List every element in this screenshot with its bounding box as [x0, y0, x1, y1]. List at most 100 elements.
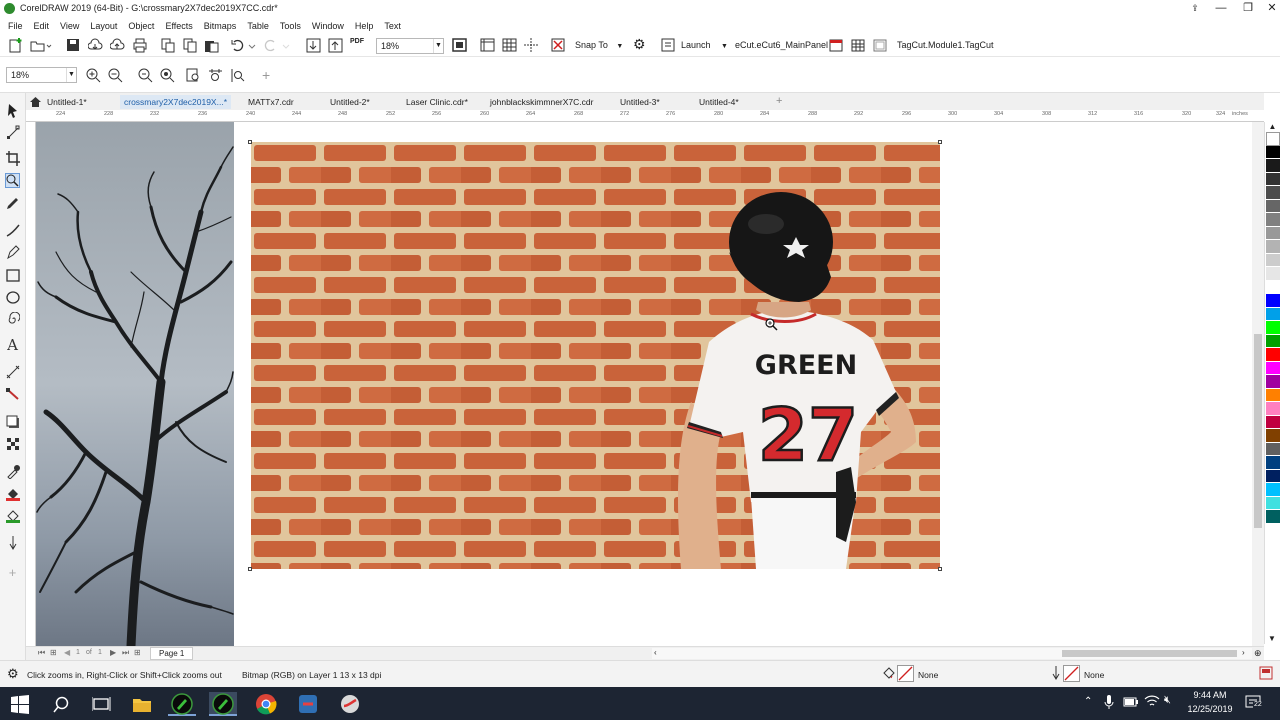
- pen-tool-icon[interactable]: [5, 245, 20, 260]
- palette-swatch[interactable]: [1266, 510, 1280, 524]
- show-guidelines-icon[interactable]: [524, 38, 540, 53]
- tab-untitled-3[interactable]: Untitled-3*: [616, 95, 664, 109]
- palette-swatch[interactable]: [1266, 213, 1280, 227]
- task-view-icon[interactable]: [87, 692, 115, 716]
- palette-swatch[interactable]: [1266, 267, 1280, 281]
- palette-scroll-up-icon[interactable]: ▲: [1265, 122, 1280, 132]
- palette-swatch[interactable]: [1266, 469, 1280, 483]
- outline-pen-icon[interactable]: [1051, 666, 1061, 682]
- selection-handle[interactable]: [248, 140, 252, 144]
- tab-untitled-1[interactable]: Untitled-1*: [43, 95, 91, 109]
- zoom-to-page-icon[interactable]: [186, 68, 201, 83]
- palette-swatch[interactable]: [1266, 483, 1280, 497]
- smart-fill-tool-icon[interactable]: [5, 508, 20, 523]
- scroll-left-icon[interactable]: ‹: [654, 648, 657, 657]
- palette-swatch[interactable]: [1266, 186, 1280, 200]
- selection-handle[interactable]: [938, 567, 942, 571]
- first-page-icon[interactable]: ⏮: [38, 648, 45, 658]
- spiral-tool-icon[interactable]: [5, 311, 20, 327]
- palette-swatch[interactable]: [1266, 361, 1280, 375]
- fill-swatch[interactable]: [897, 665, 914, 682]
- tab-untitled-4[interactable]: Untitled-4*: [695, 95, 743, 109]
- zoom-to-page-width-icon[interactable]: [208, 68, 223, 83]
- rectangle-tool-icon[interactable]: [5, 268, 20, 283]
- outline-pen-tool-icon[interactable]: [5, 535, 20, 550]
- tagcut-icon[interactable]: [873, 38, 888, 53]
- menu-object[interactable]: Object: [124, 21, 161, 31]
- page-tab-1[interactable]: Page 1: [150, 647, 194, 660]
- zoom-to-selected-icon[interactable]: [138, 68, 153, 83]
- tab-crossmary[interactable]: crossmary2X7dec2019X...*: [120, 95, 231, 109]
- menu-bitmaps[interactable]: Bitmaps: [200, 21, 244, 31]
- publish-pdf-icon[interactable]: PDF: [350, 38, 364, 53]
- tab-mattx7[interactable]: MATTx7.cdr: [244, 95, 298, 109]
- palette-swatch[interactable]: [1266, 199, 1280, 213]
- pick-tool-icon[interactable]: [5, 103, 20, 118]
- palette-swatch[interactable]: [1266, 159, 1280, 173]
- palette-swatch[interactable]: [1266, 145, 1280, 159]
- corel-app-icon[interactable]: [294, 692, 322, 716]
- clock-date[interactable]: 12/25/2019: [1183, 704, 1237, 714]
- menu-edit[interactable]: Edit: [30, 21, 57, 31]
- menu-help[interactable]: Help: [351, 21, 381, 31]
- interactive-fill-tool-icon[interactable]: [5, 486, 20, 501]
- chrome-icon[interactable]: [252, 692, 280, 716]
- snap-to-button[interactable]: Snap To ▼: [575, 40, 623, 55]
- vertical-scrollbar-thumb[interactable]: [1254, 334, 1262, 528]
- palette-swatch[interactable]: [1266, 402, 1280, 416]
- menu-layout[interactable]: Layout: [86, 21, 124, 31]
- minimize-button[interactable]: —: [1209, 1, 1233, 15]
- palette-swatch[interactable]: [1266, 375, 1280, 389]
- zoom-navigator-icon[interactable]: ⊕: [1254, 648, 1262, 659]
- copy-icon[interactable]: [182, 38, 198, 53]
- crop-tool-icon[interactable]: [5, 151, 20, 166]
- corel-connect-icon[interactable]: [336, 692, 364, 716]
- palette-scroll-down-icon[interactable]: ▼: [1265, 634, 1279, 644]
- windows-start-icon[interactable]: [8, 692, 36, 716]
- shape-tool-icon[interactable]: [5, 125, 20, 140]
- selection-handle[interactable]: [938, 140, 942, 144]
- tab-untitled-2[interactable]: Untitled-2*: [326, 95, 374, 109]
- menu-window[interactable]: Window: [308, 21, 351, 31]
- palette-swatch[interactable]: [1266, 334, 1280, 348]
- zoom-in-icon[interactable]: [86, 68, 101, 83]
- horizontal-scrollbar[interactable]: ‹ ›: [652, 648, 1252, 659]
- parallel-dimension-tool-icon[interactable]: [5, 365, 20, 380]
- ecut-macro-button[interactable]: eCut.eCut6_MainPanel: [735, 40, 828, 55]
- share-icon[interactable]: ⇪: [1183, 1, 1207, 15]
- new-tab-icon[interactable]: +: [772, 93, 786, 107]
- palette-swatch[interactable]: [1266, 388, 1280, 402]
- new-document-icon[interactable]: [8, 38, 24, 53]
- freehand-tool-icon[interactable]: [5, 196, 20, 211]
- show-rulers-icon[interactable]: [480, 38, 496, 53]
- menu-table[interactable]: Table: [243, 21, 276, 31]
- vertical-scrollbar[interactable]: [1252, 122, 1264, 646]
- open-folder-icon[interactable]: [30, 38, 52, 53]
- save-icon[interactable]: [66, 38, 81, 53]
- palette-swatch[interactable]: [1266, 294, 1280, 308]
- snap-to-icon[interactable]: [551, 38, 567, 53]
- palette-swatch[interactable]: [1266, 240, 1280, 254]
- cloud-import-icon[interactable]: [87, 38, 104, 53]
- battery-icon[interactable]: [1123, 696, 1139, 710]
- text-tool-icon[interactable]: A: [5, 338, 20, 353]
- tab-laser-clinic[interactable]: Laser Clinic.cdr*: [402, 95, 472, 109]
- menu-effects[interactable]: Effects: [161, 21, 199, 31]
- launcher-icon[interactable]: [661, 38, 676, 53]
- add-page-before-icon[interactable]: ⊞: [50, 648, 57, 657]
- volume-muted-icon[interactable]: 🔇︎: [1164, 694, 1171, 707]
- tab-johnblackskimmner[interactable]: johnblackskimmnerX7C.cdr: [486, 95, 597, 109]
- palette-swatch[interactable]: [1266, 172, 1280, 186]
- palette-swatch[interactable]: [1266, 226, 1280, 240]
- palette-swatch[interactable]: [1266, 348, 1280, 362]
- zoom-to-all-objects-icon[interactable]: [160, 68, 175, 83]
- undo-icon[interactable]: [230, 38, 256, 53]
- microphone-icon[interactable]: [1104, 694, 1114, 712]
- last-page-icon[interactable]: ⏭: [122, 648, 129, 658]
- menu-view[interactable]: View: [56, 21, 86, 31]
- drawing-canvas[interactable]: GREEN 27: [36, 122, 1264, 646]
- eyedropper-tool-icon[interactable]: [5, 464, 20, 480]
- palette-swatch[interactable]: [1266, 442, 1280, 456]
- prev-page-icon[interactable]: ◀: [64, 648, 70, 657]
- drop-shadow-tool-icon[interactable]: [5, 415, 20, 430]
